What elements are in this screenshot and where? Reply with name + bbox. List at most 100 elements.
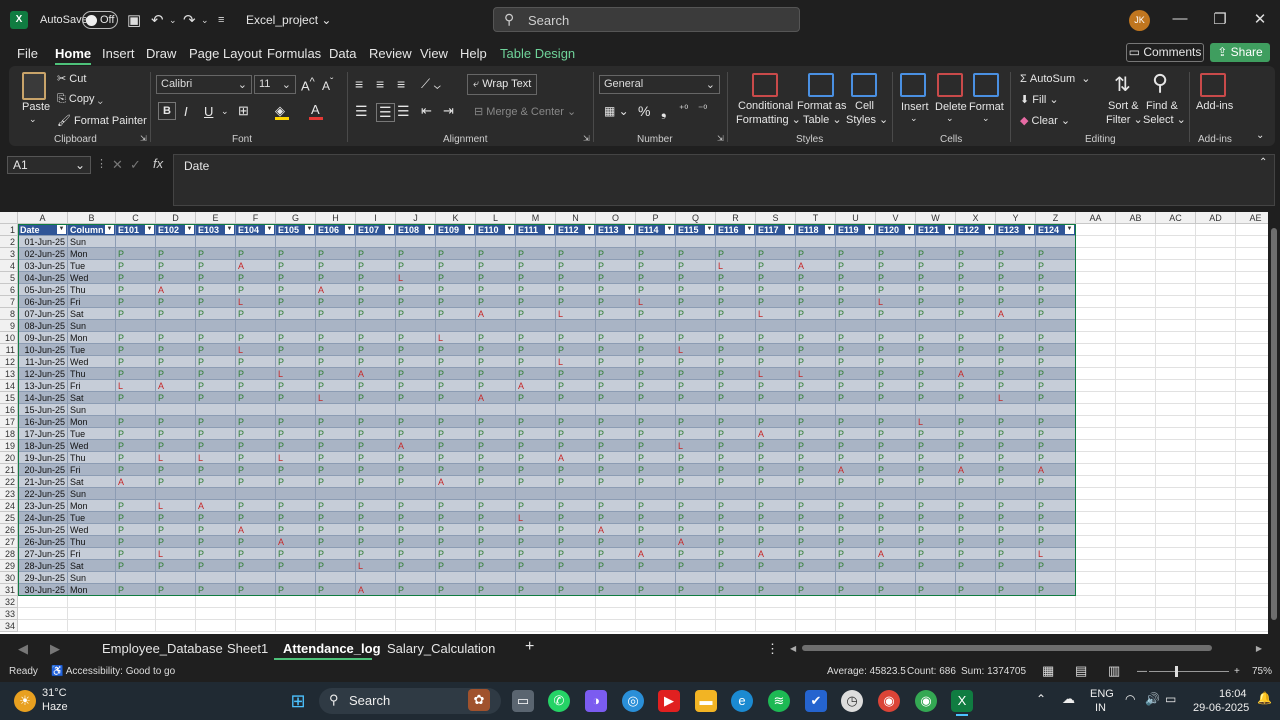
attendance-cell[interactable]: P: [956, 440, 996, 452]
attendance-cell[interactable]: P: [116, 344, 156, 356]
attendance-cell[interactable]: P: [396, 392, 436, 404]
attendance-cell[interactable]: A: [236, 524, 276, 536]
day-cell[interactable]: Sat: [68, 476, 116, 488]
attendance-cell[interactable]: P: [356, 308, 396, 320]
empty-cell[interactable]: [1156, 548, 1196, 560]
attendance-cell[interactable]: P: [396, 464, 436, 476]
attendance-cell[interactable]: P: [636, 380, 676, 392]
attendance-cell[interactable]: P: [556, 536, 596, 548]
table-header-cell[interactable]: Date ▼: [18, 224, 68, 236]
attendance-cell[interactable]: P: [636, 368, 676, 380]
empty-cell[interactable]: [1116, 536, 1156, 548]
empty-cell[interactable]: [1236, 524, 1268, 536]
date-cell[interactable]: 14-Jun-25: [18, 392, 68, 404]
empty-cell[interactable]: [996, 608, 1036, 620]
attendance-cell[interactable]: A: [236, 260, 276, 272]
attendance-cell[interactable]: P: [756, 272, 796, 284]
attendance-cell[interactable]: P: [196, 356, 236, 368]
attendance-cell[interactable]: P: [476, 296, 516, 308]
attendance-cell[interactable]: P: [1036, 560, 1076, 572]
attendance-cell[interactable]: [836, 572, 876, 584]
empty-cell[interactable]: [1116, 308, 1156, 320]
attendance-cell[interactable]: P: [916, 536, 956, 548]
attendance-cell[interactable]: P: [796, 356, 836, 368]
alignment-launcher-icon[interactable]: ⇲: [583, 134, 590, 143]
empty-cell[interactable]: [236, 620, 276, 632]
day-cell[interactable]: Mon: [68, 416, 116, 428]
attendance-cell[interactable]: A: [156, 380, 196, 392]
attendance-cell[interactable]: P: [316, 416, 356, 428]
attendance-cell[interactable]: [756, 320, 796, 332]
attendance-cell[interactable]: P: [356, 260, 396, 272]
date-cell[interactable]: 26-Jun-25: [18, 536, 68, 548]
column-header[interactable]: N: [556, 212, 596, 224]
attendance-cell[interactable]: P: [276, 416, 316, 428]
attendance-cell[interactable]: P: [396, 548, 436, 560]
empty-cell[interactable]: [1116, 332, 1156, 344]
empty-cell[interactable]: [636, 620, 676, 632]
empty-cell[interactable]: [1196, 452, 1236, 464]
empty-cell[interactable]: [1196, 248, 1236, 260]
attendance-cell[interactable]: P: [396, 248, 436, 260]
attendance-cell[interactable]: P: [716, 500, 756, 512]
empty-cell[interactable]: [1076, 572, 1116, 584]
vscroll-thumb[interactable]: [1271, 228, 1277, 620]
attendance-cell[interactable]: P: [756, 356, 796, 368]
save-icon[interactable]: ▣: [127, 11, 141, 29]
attendance-cell[interactable]: P: [516, 368, 556, 380]
attendance-cell[interactable]: P: [436, 368, 476, 380]
find-select-icon[interactable]: ⚲: [1152, 70, 1168, 96]
attendance-cell[interactable]: P: [676, 308, 716, 320]
chrome-icon[interactable]: ◉: [878, 690, 900, 712]
restore-icon[interactable]: ❐: [1210, 10, 1230, 28]
orientation-icon[interactable]: ⟋ ⌄: [421, 76, 441, 92]
customize-qat-icon[interactable]: ≡: [218, 14, 224, 26]
attendance-cell[interactable]: P: [516, 524, 556, 536]
youtube-icon[interactable]: ▶: [658, 690, 680, 712]
close-icon[interactable]: ✕: [1250, 10, 1270, 28]
attendance-cell[interactable]: P: [556, 416, 596, 428]
table-header-cell[interactable]: Column ▼: [68, 224, 116, 236]
filter-dropdown-icon[interactable]: ▼: [1025, 225, 1034, 234]
attendance-cell[interactable]: P: [636, 260, 676, 272]
attendance-cell[interactable]: P: [596, 392, 636, 404]
copy-button[interactable]: ⎘ Copy ⌄: [57, 93, 103, 106]
attendance-cell[interactable]: [316, 488, 356, 500]
empty-cell[interactable]: [1076, 284, 1116, 296]
table-header-cell[interactable]: E107 ▼: [356, 224, 396, 236]
tab-formulas[interactable]: Formulas: [267, 46, 321, 61]
attendance-cell[interactable]: P: [756, 440, 796, 452]
attendance-cell[interactable]: P: [756, 536, 796, 548]
attendance-cell[interactable]: [756, 236, 796, 248]
row-header[interactable]: 20: [0, 452, 18, 464]
attendance-cell[interactable]: P: [476, 476, 516, 488]
attendance-cell[interactable]: P: [276, 344, 316, 356]
attendance-cell[interactable]: P: [876, 524, 916, 536]
attendance-cell[interactable]: P: [116, 548, 156, 560]
attendance-cell[interactable]: P: [916, 500, 956, 512]
increase-decimal-icon[interactable]: ⁺⁰: [679, 104, 688, 115]
attendance-cell[interactable]: P: [236, 392, 276, 404]
filter-dropdown-icon[interactable]: ▼: [105, 225, 114, 234]
attendance-cell[interactable]: L: [1036, 548, 1076, 560]
table-header-cell[interactable]: E117 ▼: [756, 224, 796, 236]
attendance-cell[interactable]: [316, 404, 356, 416]
empty-cell[interactable]: [1076, 596, 1116, 608]
attendance-cell[interactable]: P: [116, 524, 156, 536]
attendance-cell[interactable]: [316, 236, 356, 248]
attendance-cell[interactable]: [276, 488, 316, 500]
attendance-cell[interactable]: P: [636, 464, 676, 476]
attendance-cell[interactable]: [556, 404, 596, 416]
attendance-cell[interactable]: P: [916, 248, 956, 260]
day-cell[interactable]: Sun: [68, 236, 116, 248]
attendance-cell[interactable]: [796, 404, 836, 416]
attendance-cell[interactable]: P: [796, 296, 836, 308]
attendance-cell[interactable]: [836, 320, 876, 332]
undo-icon[interactable]: ↶: [151, 11, 164, 29]
attendance-cell[interactable]: L: [236, 344, 276, 356]
column-header[interactable]: Q: [676, 212, 716, 224]
filter-dropdown-icon[interactable]: ▼: [585, 225, 594, 234]
attendance-cell[interactable]: P: [676, 272, 716, 284]
attendance-cell[interactable]: P: [556, 296, 596, 308]
attendance-cell[interactable]: P: [836, 476, 876, 488]
